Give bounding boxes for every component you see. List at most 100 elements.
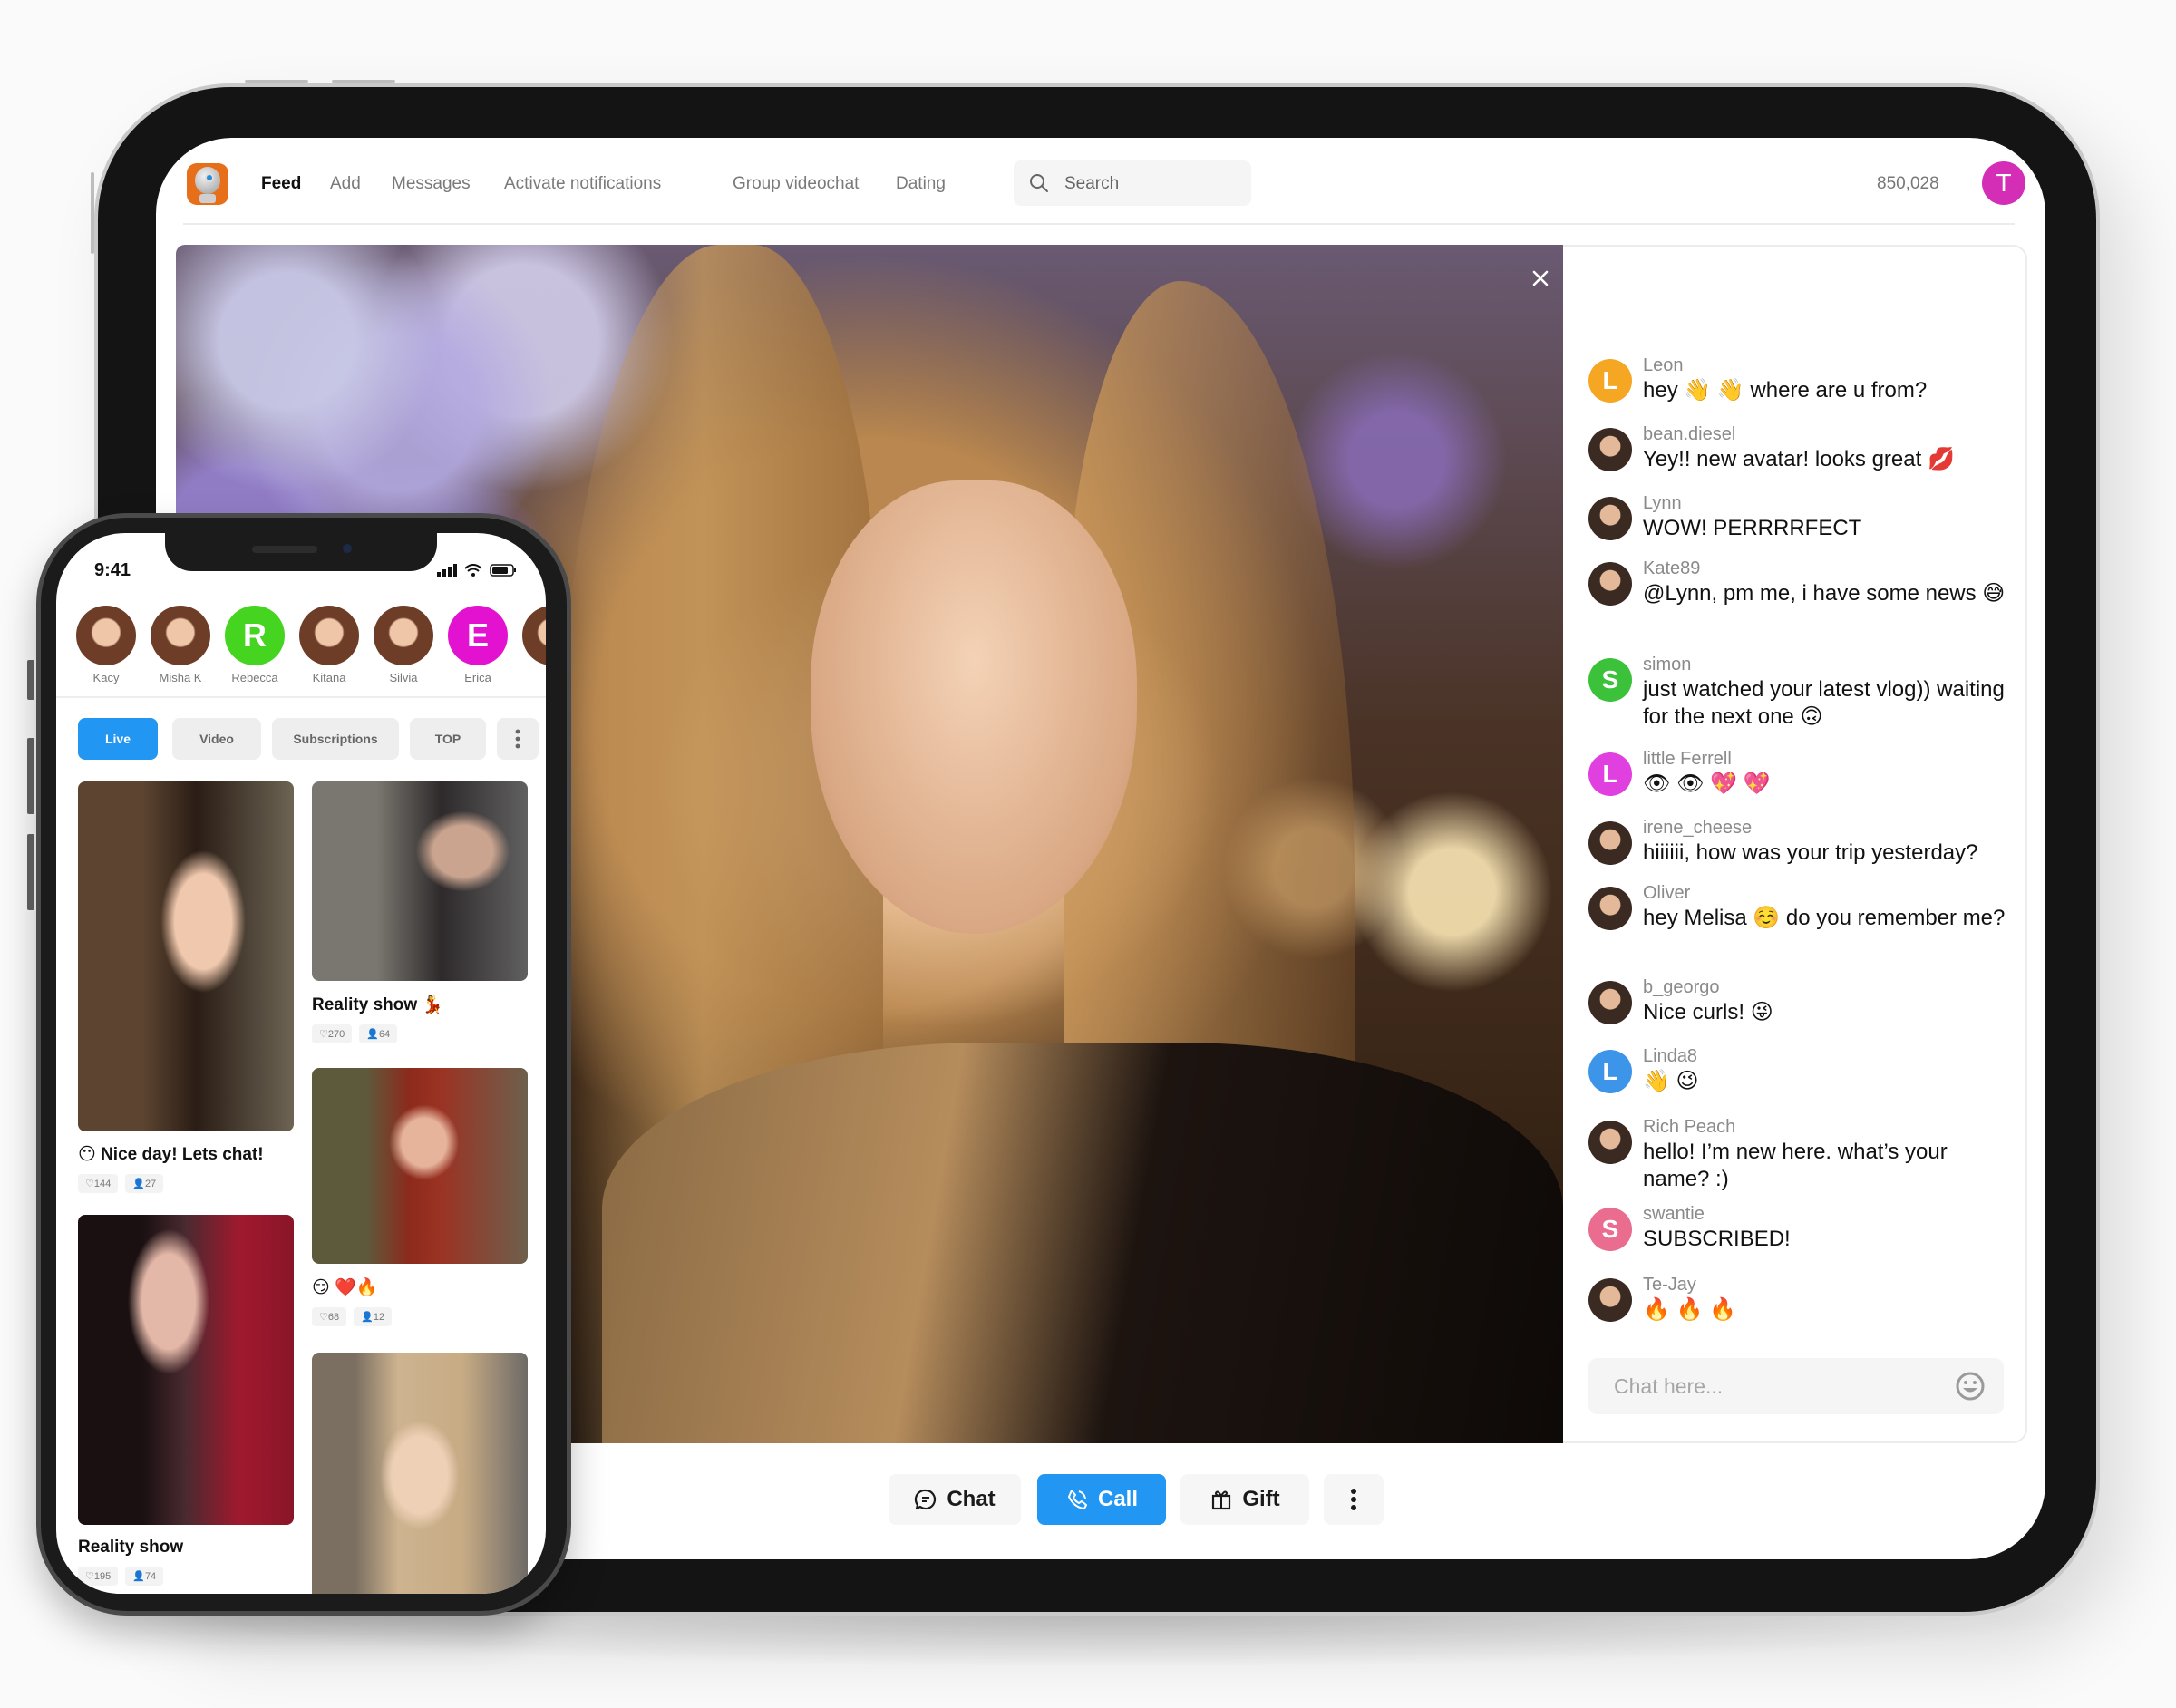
nav-messages[interactable]: Messages (392, 174, 471, 194)
chat-username[interactable]: irene_cheese (1643, 818, 1752, 839)
chat-username[interactable]: Oliver (1643, 883, 1690, 904)
story-item[interactable]: Kitana (297, 606, 361, 684)
chat-username[interactable]: Lynn (1643, 493, 1682, 514)
tab-top[interactable]: TOP (410, 718, 486, 760)
likes-count: ♡144 (78, 1174, 119, 1193)
nav-group-videochat[interactable]: Group videochat (733, 174, 859, 194)
feed-card[interactable]: 😶 Nice day! Lets chat! ♡144 👤27 (78, 781, 294, 1193)
likes-count: ♡195 (78, 1567, 119, 1586)
chat-username[interactable]: little Ferrell (1643, 749, 1732, 770)
nav-add[interactable]: Add (330, 174, 361, 194)
tablet-power-button (91, 172, 94, 254)
feed-card[interactable]: Reality show 💃 ♡270 👤64 (312, 781, 528, 1043)
story-item[interactable]: Silvia (372, 606, 435, 684)
battery-icon (490, 564, 516, 577)
tablet-volume-button (332, 80, 395, 83)
chat-message-text: Nice curls! 😜 (1643, 1000, 1773, 1024)
viewers-count: 👤27 (125, 1174, 164, 1193)
search-input[interactable]: Search (1014, 160, 1251, 206)
chat-username[interactable]: swantie (1643, 1204, 1705, 1225)
chat-user-avatar[interactable] (1588, 562, 1632, 606)
tab-video[interactable]: Video (172, 718, 261, 760)
tab-subscriptions[interactable]: Subscriptions (272, 718, 399, 760)
top-nav: Feed Add Messages Activate notifications… (156, 138, 2045, 223)
chat-panel: L Leon hey 👋 👋 where are u from? bean.diese… (1563, 245, 2027, 1443)
story-item[interactable]: R Rebecca (223, 606, 287, 684)
story-item[interactable]: Misha K (149, 606, 212, 684)
nav-activate-notifications[interactable]: Activate notifications (504, 174, 661, 194)
story-item[interactable]: C (520, 606, 546, 684)
chat-message-text: 🔥 🔥 🔥 (1643, 1297, 1736, 1322)
search-placeholder: Search (1064, 174, 1120, 193)
story-name: Rebecca (231, 671, 278, 684)
chat-message-text: hey 👋 👋 where are u from? (1643, 378, 1928, 403)
more-vertical-icon (1351, 1489, 1356, 1510)
chat-message-text: just watched your latest vlog)) waiting … (1643, 677, 2005, 729)
story-item[interactable]: Kacy (74, 606, 138, 684)
chat-username[interactable]: Leon (1643, 355, 1684, 376)
card-stats: ♡68 👤12 (312, 1307, 528, 1326)
card-title: 😶 Nice day! Lets chat! (78, 1145, 264, 1164)
chat-user-avatar[interactable]: L (1588, 1050, 1632, 1093)
emoji-picker-icon[interactable] (1955, 1371, 1986, 1402)
more-options-button[interactable] (1324, 1474, 1384, 1525)
story-avatar (522, 606, 546, 665)
chat-username[interactable]: b_georgo (1643, 977, 1720, 998)
likes-count: ♡270 (312, 1024, 353, 1043)
chat-user-avatar[interactable]: S (1588, 658, 1632, 702)
chat-username[interactable]: Kate89 (1643, 558, 1700, 579)
feed-card[interactable]: Reality show ♡195 👤74 (78, 1215, 294, 1586)
phone-screen: 9:41 Kacy Misha K R Rebecca Kitana Silvia E Eri… (56, 533, 546, 1594)
story-name: Kitana (312, 671, 346, 684)
chat-user-avatar[interactable]: L (1588, 359, 1632, 403)
stories-row: Kacy Misha K R Rebecca Kitana Silvia E Erica C (74, 606, 546, 687)
viewers-value: 74 (144, 1571, 157, 1582)
user-avatar[interactable]: T (1982, 161, 2025, 205)
chat-input[interactable] (1614, 1371, 1922, 1402)
feed-card[interactable]: 😏 ❤️🔥 ♡68 👤12 (312, 1068, 528, 1326)
webcam-lens-icon (205, 173, 214, 182)
story-avatar: R (225, 606, 285, 665)
likes-value: 144 (93, 1179, 112, 1189)
feed-card[interactable] (312, 1353, 528, 1594)
nav-feed[interactable]: Feed (261, 174, 301, 194)
close-icon[interactable] (1527, 265, 1554, 292)
gift-button[interactable]: Gift (1180, 1474, 1309, 1525)
chat-user-avatar[interactable] (1588, 821, 1632, 865)
nav-dating[interactable]: Dating (896, 174, 946, 194)
card-thumbnail (312, 781, 528, 981)
viewers-value: 12 (373, 1312, 385, 1323)
tab-live[interactable]: Live (78, 718, 158, 760)
chat-input-field[interactable] (1588, 1358, 2004, 1414)
chat-user-avatar[interactable] (1588, 1121, 1632, 1164)
more-vertical-icon (515, 729, 520, 749)
chat-user-avatar[interactable] (1588, 981, 1632, 1024)
card-title: Reality show (78, 1538, 184, 1557)
viewers-value: 64 (378, 1029, 391, 1040)
chat-username[interactable]: Linda8 (1643, 1046, 1697, 1067)
video-subject-face (811, 480, 1137, 934)
viewers-count: 👤74 (125, 1567, 164, 1586)
phone-speaker (252, 546, 317, 553)
chat-user-avatar[interactable] (1588, 1278, 1632, 1322)
chat-user-avatar[interactable] (1588, 887, 1632, 930)
tablet-volume-button (245, 80, 308, 83)
app-logo[interactable] (187, 163, 228, 205)
chat-user-avatar[interactable]: S (1588, 1208, 1632, 1251)
chat-username[interactable]: Rich Peach (1643, 1117, 1735, 1138)
chat-username[interactable]: bean.diesel (1643, 424, 1735, 445)
search-icon (1030, 174, 1048, 192)
viewers-count: 👤64 (359, 1024, 398, 1043)
chat-username[interactable]: simon (1643, 655, 1691, 675)
chat-user-avatar[interactable] (1588, 497, 1632, 540)
chat-message-text: WOW! PERRRRFECT (1643, 516, 1862, 540)
call-button[interactable]: Call (1037, 1474, 1166, 1525)
story-item[interactable]: E Erica (446, 606, 510, 684)
tabs-more-button[interactable] (497, 718, 539, 760)
chat-message-text: @Lynn, pm me, i have some news 😅 (1643, 581, 2006, 606)
card-thumbnail (78, 1215, 294, 1525)
chat-user-avatar[interactable]: L (1588, 752, 1632, 796)
chat-user-avatar[interactable] (1588, 428, 1632, 471)
chat-username[interactable]: Te-Jay (1643, 1275, 1696, 1296)
chat-button[interactable]: Chat (889, 1474, 1021, 1525)
